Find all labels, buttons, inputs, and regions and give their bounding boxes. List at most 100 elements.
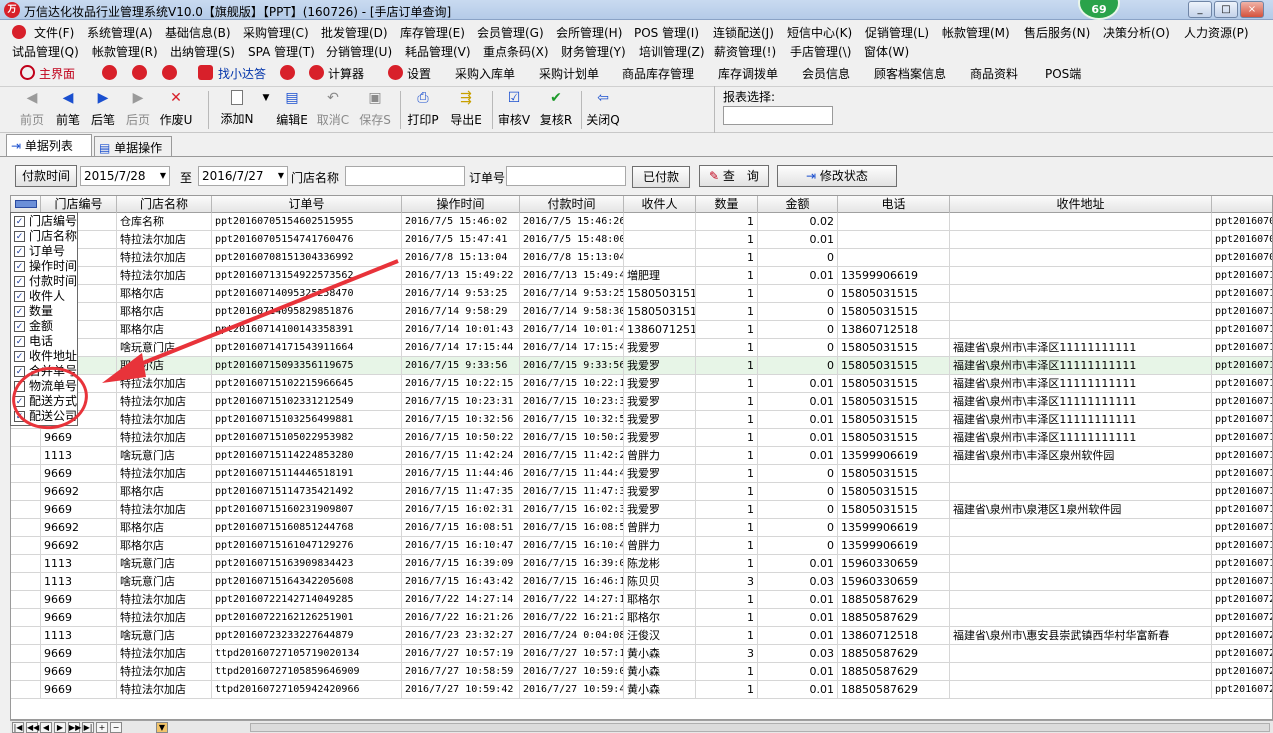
cell-address[interactable]: 福建省\泉州市\丰泽区11111111111 [950, 411, 1212, 429]
cell-recipient[interactable]: 13860712518 [624, 321, 696, 339]
table-row[interactable]: 9669 特拉法尔加店 ttpd20160727105859646909 2016/7… [11, 663, 1272, 681]
add-button[interactable]: 添加N [213, 90, 261, 130]
cell-operate-time[interactable]: 2016/7/14 17:15:44 [402, 339, 520, 357]
row-indicator[interactable] [11, 663, 41, 681]
menu-salary[interactable]: 薪资管理(!) [714, 43, 776, 60]
cell-order-no[interactable]: ppt20160715103256499881 [212, 411, 402, 429]
cell-qty[interactable]: 1 [696, 483, 758, 501]
find-link[interactable]: 找小达答 [218, 65, 266, 82]
cell-order-no[interactable]: ppt20160715114446518191 [212, 465, 402, 483]
cell-store-code[interactable]: 1113 [41, 555, 117, 573]
quick-link-purchase-in[interactable]: 采购入库单 [455, 65, 515, 82]
print-button[interactable]: ⎙ 打印P [404, 90, 442, 130]
cell-order-no[interactable]: ppt20160715163909834423 [212, 555, 402, 573]
cell-merge-no[interactable]: ppt2016072 [1212, 609, 1272, 627]
cell-recipient[interactable]: 我爱罗 [624, 411, 696, 429]
cell-address[interactable]: 福建省\泉州市\丰泽区泉州软件园 [950, 447, 1212, 465]
cell-address[interactable] [950, 249, 1212, 267]
checkbox[interactable]: ✓ [14, 291, 25, 302]
cell-qty[interactable]: 1 [696, 321, 758, 339]
cell-qty[interactable]: 1 [696, 447, 758, 465]
cell-amount[interactable]: 0.03 [758, 573, 838, 591]
menu-hr[interactable]: 人力资源(P) [1184, 24, 1249, 41]
cell-operate-time[interactable]: 2016/7/14 10:01:43 [402, 321, 520, 339]
menu-chain[interactable]: 连锁配送(J) [713, 24, 774, 41]
column-option[interactable]: ✓ 电话 [11, 334, 79, 349]
cell-pay-time[interactable]: 2016/7/14 9:53:25 [520, 285, 624, 303]
add-dropdown-button[interactable]: ▼ [258, 90, 270, 130]
cell-merge-no[interactable]: ppt2016071 [1212, 267, 1272, 285]
calculator-link[interactable]: 计算器 [328, 65, 364, 82]
table-row[interactable]: 1113 啥玩意门店 ppt20160715164342205608 2016/7/1… [11, 573, 1272, 591]
cell-recipient[interactable]: 我爱罗 [624, 429, 696, 447]
quick-link-stock[interactable]: 商品库存管理 [622, 65, 694, 82]
cell-recipient[interactable]: 陈贝贝 [624, 573, 696, 591]
column-option[interactable]: ✓ 操作时间 [11, 259, 79, 274]
tab-operation[interactable]: ▤ 单据操作 [94, 136, 172, 156]
cell-store-code[interactable]: 96692 [41, 537, 117, 555]
cell-qty[interactable]: 1 [696, 231, 758, 249]
cell-pay-time[interactable]: 2016/7/15 11:42:24 [520, 447, 624, 465]
checkbox[interactable]: ✓ [14, 321, 25, 332]
cell-store-name[interactable]: 特拉法尔加店 [117, 681, 212, 699]
cell-recipient[interactable]: 黄小森 [624, 645, 696, 663]
cell-qty[interactable]: 1 [696, 339, 758, 357]
cell-store-name[interactable]: 耶格尔店 [117, 483, 212, 501]
cell-store-name[interactable]: 特拉法尔加店 [117, 411, 212, 429]
edit-button[interactable]: ▤ 编辑E [273, 90, 311, 130]
cell-store-name[interactable]: 啥玩意门店 [117, 627, 212, 645]
cell-amount[interactable]: 0.01 [758, 231, 838, 249]
table-row[interactable]: 9669 特拉法尔加店 ppt20160715160231909807 2016/7/… [11, 501, 1272, 519]
cell-qty[interactable]: 1 [696, 285, 758, 303]
cell-recipient[interactable]: 汪俊汉 [624, 627, 696, 645]
cell-operate-time[interactable]: 2016/7/22 16:21:26 [402, 609, 520, 627]
cell-order-no[interactable]: ttpd20160727105942420966 [212, 681, 402, 699]
cell-phone[interactable]: 15805031515 [838, 465, 950, 483]
cell-order-no[interactable]: ppt20160705154602515955 [212, 213, 402, 231]
cell-recipient[interactable]: 我爱罗 [624, 357, 696, 375]
cell-qty[interactable]: 1 [696, 357, 758, 375]
cell-store-name[interactable]: 特拉法尔加店 [117, 645, 212, 663]
cell-store-code[interactable]: 9669 [41, 681, 117, 699]
cell-address[interactable] [950, 321, 1212, 339]
cell-pay-time[interactable]: 2016/7/5 15:48:00 [520, 231, 624, 249]
cell-merge-no[interactable]: ppt2016071 [1212, 411, 1272, 429]
recheck-button[interactable]: ✔ 复核R [537, 90, 575, 130]
cancel-button[interactable]: ↶ 取消C [313, 90, 353, 130]
menu-system[interactable]: 系统管理(A) [87, 24, 153, 41]
cell-amount[interactable]: 0.01 [758, 429, 838, 447]
cell-address[interactable] [950, 681, 1212, 699]
table-row[interactable]: 9669 特拉法尔加店 ttpd20160727105942420966 2016/7… [11, 681, 1272, 699]
checkbox[interactable]: ✓ [14, 246, 25, 257]
cell-amount[interactable]: 0 [758, 303, 838, 321]
cell-store-code[interactable]: 1113 [41, 573, 117, 591]
cell-address[interactable] [950, 303, 1212, 321]
cell-address[interactable] [950, 645, 1212, 663]
cell-address[interactable]: 福建省\泉州市\丰泽区11111111111 [950, 339, 1212, 357]
cell-amount[interactable]: 0.01 [758, 609, 838, 627]
cell-operate-time[interactable]: 2016/7/15 10:23:31 [402, 393, 520, 411]
cell-operate-time[interactable]: 2016/7/13 15:49:22 [402, 267, 520, 285]
menu-promo[interactable]: 促销管理(L) [865, 24, 929, 41]
table-row[interactable]: 特拉法尔加店 ppt20160705154741760476 2016/7/5 15… [11, 231, 1272, 249]
cell-phone[interactable]: 18850587629 [838, 609, 950, 627]
cell-amount[interactable]: 0 [758, 519, 838, 537]
cell-merge-no[interactable]: ppt2016071 [1212, 393, 1272, 411]
cell-amount[interactable]: 0 [758, 249, 838, 267]
checkbox[interactable]: ✓ [14, 336, 25, 347]
cell-amount[interactable]: 0.01 [758, 375, 838, 393]
cell-merge-no[interactable]: ppt2016072 [1212, 663, 1272, 681]
prev-record-button[interactable]: ◀ 前笔 [50, 90, 86, 130]
cell-phone[interactable]: 13860712518 [838, 627, 950, 645]
tab-list[interactable]: ⇥ 单据列表 [6, 134, 92, 156]
order-no-input[interactable] [506, 166, 626, 186]
header-qty[interactable]: 数量 [696, 196, 758, 213]
nav-first-button[interactable]: |◀ [12, 722, 24, 733]
cell-qty[interactable]: 1 [696, 501, 758, 519]
cell-address[interactable] [950, 573, 1212, 591]
horizontal-scrollbar[interactable] [250, 723, 1270, 732]
row-indicator[interactable] [11, 429, 41, 447]
cell-operate-time[interactable]: 2016/7/27 10:58:59 [402, 663, 520, 681]
cell-operate-time[interactable]: 2016/7/15 9:33:56 [402, 357, 520, 375]
cell-recipient[interactable]: 我爱罗 [624, 375, 696, 393]
